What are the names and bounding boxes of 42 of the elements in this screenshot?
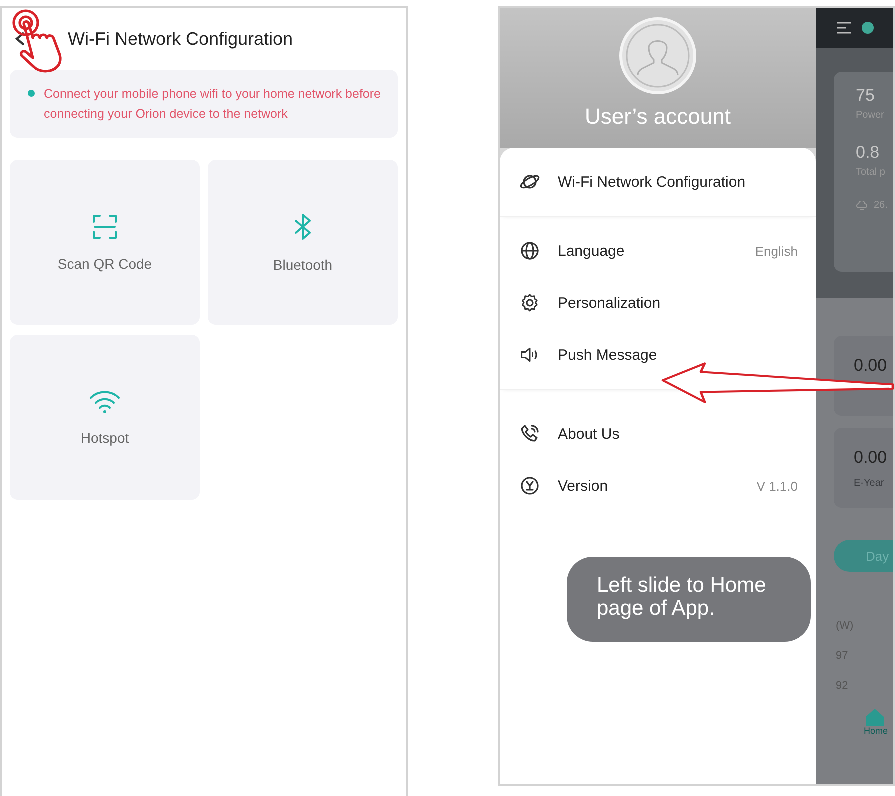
bullet-dot bbox=[28, 90, 35, 97]
account-name: User’s account bbox=[585, 104, 731, 130]
scan-icon bbox=[92, 214, 118, 240]
notice-text: Connect your mobile phone wifi to your home network before connecting your Orion device to the network bbox=[44, 86, 382, 123]
option-label: Bluetooth bbox=[273, 256, 333, 272]
option-card[interactable]: Bluetooth bbox=[208, 160, 398, 325]
globe-icon bbox=[520, 241, 540, 261]
menu-icon[interactable] bbox=[836, 21, 852, 35]
energy-value: 0.00 bbox=[854, 356, 888, 376]
menu-item[interactable]: Wi-Fi Network Configuration bbox=[500, 156, 816, 208]
option-card[interactable]: Hotspot bbox=[10, 335, 200, 500]
cloud-icon bbox=[856, 200, 868, 210]
option-card[interactable]: Scan QR Code bbox=[10, 160, 200, 325]
option-label: Hotspot bbox=[80, 430, 130, 446]
bluetooth-icon bbox=[293, 212, 313, 240]
menu-label: Push Message bbox=[558, 346, 658, 364]
settings-icon bbox=[520, 293, 540, 313]
menu-item[interactable]: Language English bbox=[500, 225, 816, 277]
menu-label: Wi-Fi Network Configuration bbox=[558, 174, 747, 190]
status-dot-icon bbox=[862, 22, 874, 34]
menu-label: Personalization bbox=[558, 294, 662, 312]
option-label: Scan QR Code bbox=[58, 256, 152, 272]
phone-icon bbox=[520, 424, 540, 444]
version-icon bbox=[520, 476, 540, 496]
speaker-icon bbox=[520, 345, 540, 365]
menu-label: About Us bbox=[558, 426, 621, 442]
callout-bubble: Left slide to Home page of App. bbox=[567, 557, 811, 642]
menu-item[interactable]: Personalization bbox=[500, 277, 816, 329]
menu-label: Version bbox=[558, 478, 610, 494]
energy-label: E-Year bbox=[854, 478, 886, 489]
wifi-icon bbox=[89, 390, 121, 414]
menu-item[interactable]: Push Message bbox=[500, 329, 816, 381]
menu-value: English bbox=[755, 244, 798, 258]
stat-value: 0.8 bbox=[856, 143, 881, 163]
planet-icon bbox=[520, 172, 540, 192]
menu-item[interactable]: Version V 1.1.0 bbox=[500, 460, 816, 512]
stat-value: 75 bbox=[856, 86, 876, 106]
menu-value: V 1.1.0 bbox=[756, 478, 798, 494]
menu-label: Language bbox=[558, 242, 626, 260]
screen-title: Wi-Fi Network Configuration bbox=[68, 28, 294, 50]
menu-item[interactable]: About Us bbox=[500, 408, 816, 460]
energy-value: 0.00 bbox=[854, 448, 888, 468]
